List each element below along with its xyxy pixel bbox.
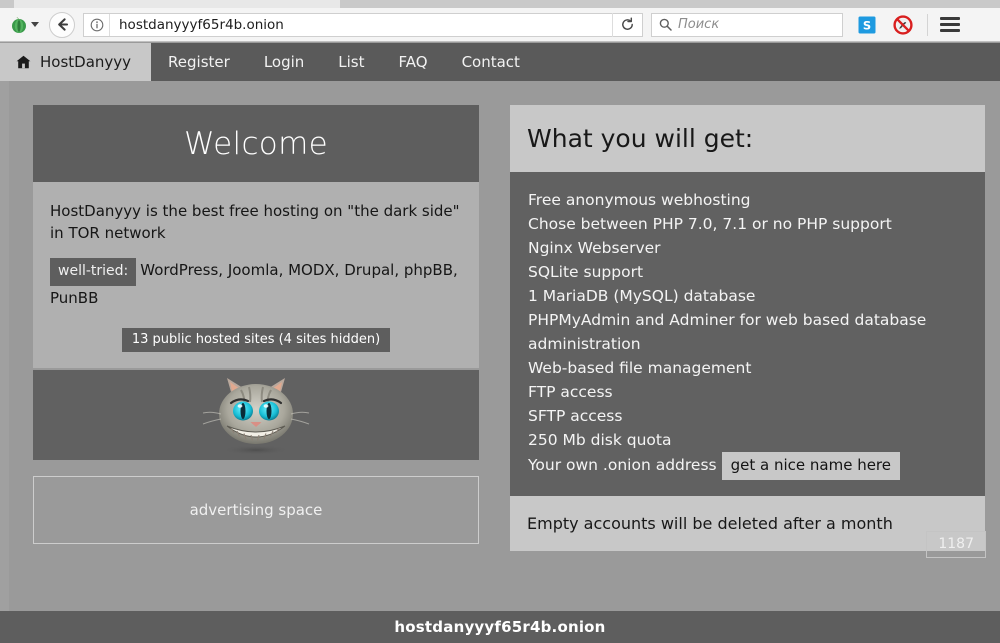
features-panel: What you will get: Free anonymous webhos… [510,105,985,551]
cheshire-cat-image [33,370,479,460]
feature-item: SFTP access [528,404,985,428]
onion-icon [10,16,28,34]
feature-item: 250 Mb disk quota [528,428,985,452]
home-icon [16,55,31,69]
hamburger-menu-icon[interactable] [940,17,960,32]
reload-icon [620,17,635,32]
feature-item: SQLite support [528,260,985,284]
nav-link-contact[interactable]: Contact [445,43,537,81]
feature-item: Web-based file management [528,356,985,380]
url-text[interactable]: hostdanyyyf65r4b.onion [110,17,612,33]
back-arrow-icon [55,17,70,32]
nav-link-login[interactable]: Login [247,43,321,81]
search-placeholder: Поиск [678,17,719,32]
tab-strip-right [340,0,1000,8]
site-footer: hostdanyyyf65r4b.onion [0,611,1000,643]
address-bar[interactable]: hostdanyyyf65r4b.onion [83,13,643,37]
onion-address-label: Your own .onion address [528,456,717,474]
tor-button[interactable] [6,16,45,34]
advertising-space[interactable]: advertising space [33,476,479,544]
nav-brand-label: HostDanyyy [40,53,131,71]
feature-item: PHPMyAdmin and Adminer for web based dat… [528,308,985,356]
footer-domain: hostdanyyyf65r4b.onion [394,618,605,636]
sites-counter-badge: 13 public hosted sites (4 sites hidden) [122,328,390,352]
feature-item-onion: Your own .onion address get a nice name h… [528,452,985,480]
left-edge-sliver [0,81,9,611]
feature-item: Free anonymous webhosting [528,188,985,212]
svg-text:S: S [863,18,871,32]
feature-item: FTP access [528,380,985,404]
reload-button[interactable] [612,13,642,37]
tab-strip [0,0,1000,8]
feature-item: Nginx Webserver [528,236,985,260]
features-body: Free anonymous webhosting Chose between … [510,172,985,496]
welcome-panel: Welcome HostDanyyy is the best free host… [33,105,479,544]
info-icon[interactable] [84,14,110,36]
features-note: Empty accounts will be deleted after a m… [510,496,985,551]
chevron-down-icon [31,22,39,27]
hamburger-bar [940,17,960,20]
get-nice-name-link[interactable]: get a nice name here [722,452,900,480]
extension-icons: S [857,15,913,35]
well-tried-label: well-tried: [50,258,136,286]
welcome-body: HostDanyyy is the best free hosting on "… [33,182,479,368]
features-list: Free anonymous webhosting Chose between … [528,188,985,480]
nav-link-list[interactable]: List [321,43,381,81]
browser-window: hostdanyyyf65r4b.onion Поиск S [0,0,1000,643]
browser-toolbar: hostdanyyyf65r4b.onion Поиск S [0,8,1000,42]
page-content: Welcome HostDanyyy is the best free host… [0,81,1000,611]
hamburger-bar [940,23,960,26]
hamburger-bar [940,29,960,32]
well-tried-line: well-tried:WordPress, Joomla, MODX, Drup… [50,258,462,310]
skype-extension-icon[interactable]: S [857,15,877,35]
nav-brand-hostdanyyy[interactable]: HostDanyyy [0,43,151,81]
search-icon [659,18,672,31]
features-title: What you will get: [510,105,985,172]
feature-item: Chose between PHP 7.0, 7.1 or no PHP sup… [528,212,985,236]
noscript-extension-icon[interactable] [893,15,913,35]
nav-link-faq[interactable]: FAQ [382,43,445,81]
search-box[interactable]: Поиск [651,13,843,37]
nav-link-register[interactable]: Register [151,43,247,81]
welcome-intro: HostDanyyy is the best free hosting on "… [50,200,462,244]
cheshire-cat-drawing [197,374,315,456]
back-button[interactable] [49,12,75,38]
toolbar-divider [927,14,928,36]
tab-strip-left [0,0,14,8]
sites-counter-wrap: 13 public hosted sites (4 sites hidden) [50,328,462,352]
feature-item: 1 MariaDB (MySQL) database [528,284,985,308]
site-navbar: HostDanyyy Register Login List FAQ Conta… [0,43,1000,81]
hit-counter: 1187 [926,531,986,558]
welcome-title: Welcome [33,105,479,182]
